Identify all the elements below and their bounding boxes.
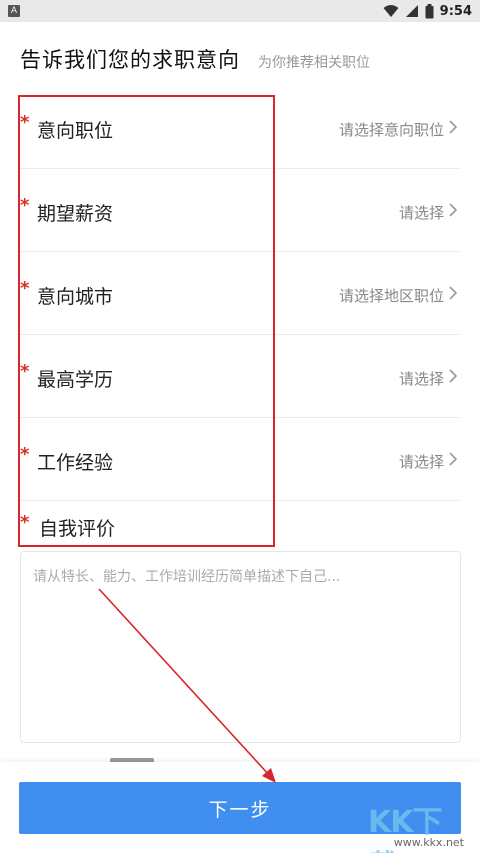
clock: 9:54 [439,3,472,19]
watermark-logo: KK下载 www.kkx.net [358,793,468,853]
chevron-right-icon [449,120,458,134]
chevron-right-icon [449,203,458,217]
row-value: 请选择地区职位 [338,287,444,305]
app-notification-icon: A [8,5,20,17]
self-evaluation-box [20,551,461,743]
row-value: 请选择意向职位 [338,121,444,139]
row-value: 请选择 [398,370,444,388]
signal-icon [405,5,418,17]
chevron-right-icon [449,369,458,383]
watermark-url: www.kkx.net [393,836,464,849]
annotation-highlight-box [18,95,275,547]
page-subtitle: 为你推荐相关职位 [258,55,370,71]
battery-icon [425,3,434,18]
row-value: 请选择 [398,453,444,471]
wifi-icon [383,5,399,17]
chevron-right-icon [449,286,458,300]
self-evaluation-input[interactable] [21,552,460,742]
row-value: 请选择 [398,204,444,222]
chevron-right-icon [449,452,458,466]
status-bar: A 9:54 [0,0,480,22]
page-title: 告诉我们您的求职意向 [20,48,240,72]
